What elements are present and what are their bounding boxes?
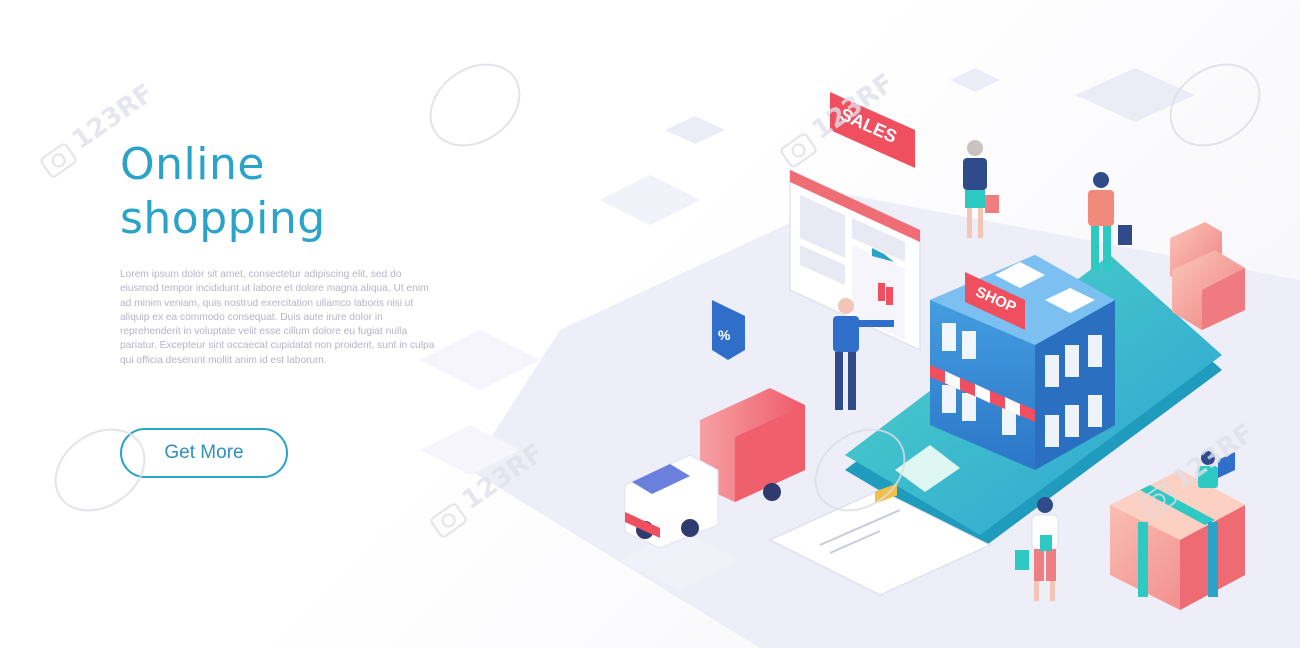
- cardboard-boxes: [1170, 222, 1245, 330]
- watermark-camera-icon: [430, 503, 467, 538]
- get-more-button[interactable]: Get More: [120, 428, 288, 478]
- percent-tag-text: %: [718, 327, 731, 343]
- page-title: Online shopping: [120, 138, 326, 246]
- shopping-bag-icon: [1015, 550, 1029, 570]
- shopping-bag-icon: [1040, 535, 1052, 551]
- title-line-1: Online: [120, 139, 265, 190]
- hero-description: Lorem ipsum dolor sit amet, consectetur …: [120, 269, 435, 366]
- shopping-bag-icon: [985, 195, 999, 213]
- landing-page: Online shopping Lorem ipsum dolor sit am…: [0, 0, 1300, 648]
- shopping-bag-icon: [1118, 225, 1132, 245]
- title-line-2: shopping: [120, 193, 326, 244]
- watermark-camera-icon: [40, 143, 77, 178]
- watermark-camera-icon: [780, 133, 817, 168]
